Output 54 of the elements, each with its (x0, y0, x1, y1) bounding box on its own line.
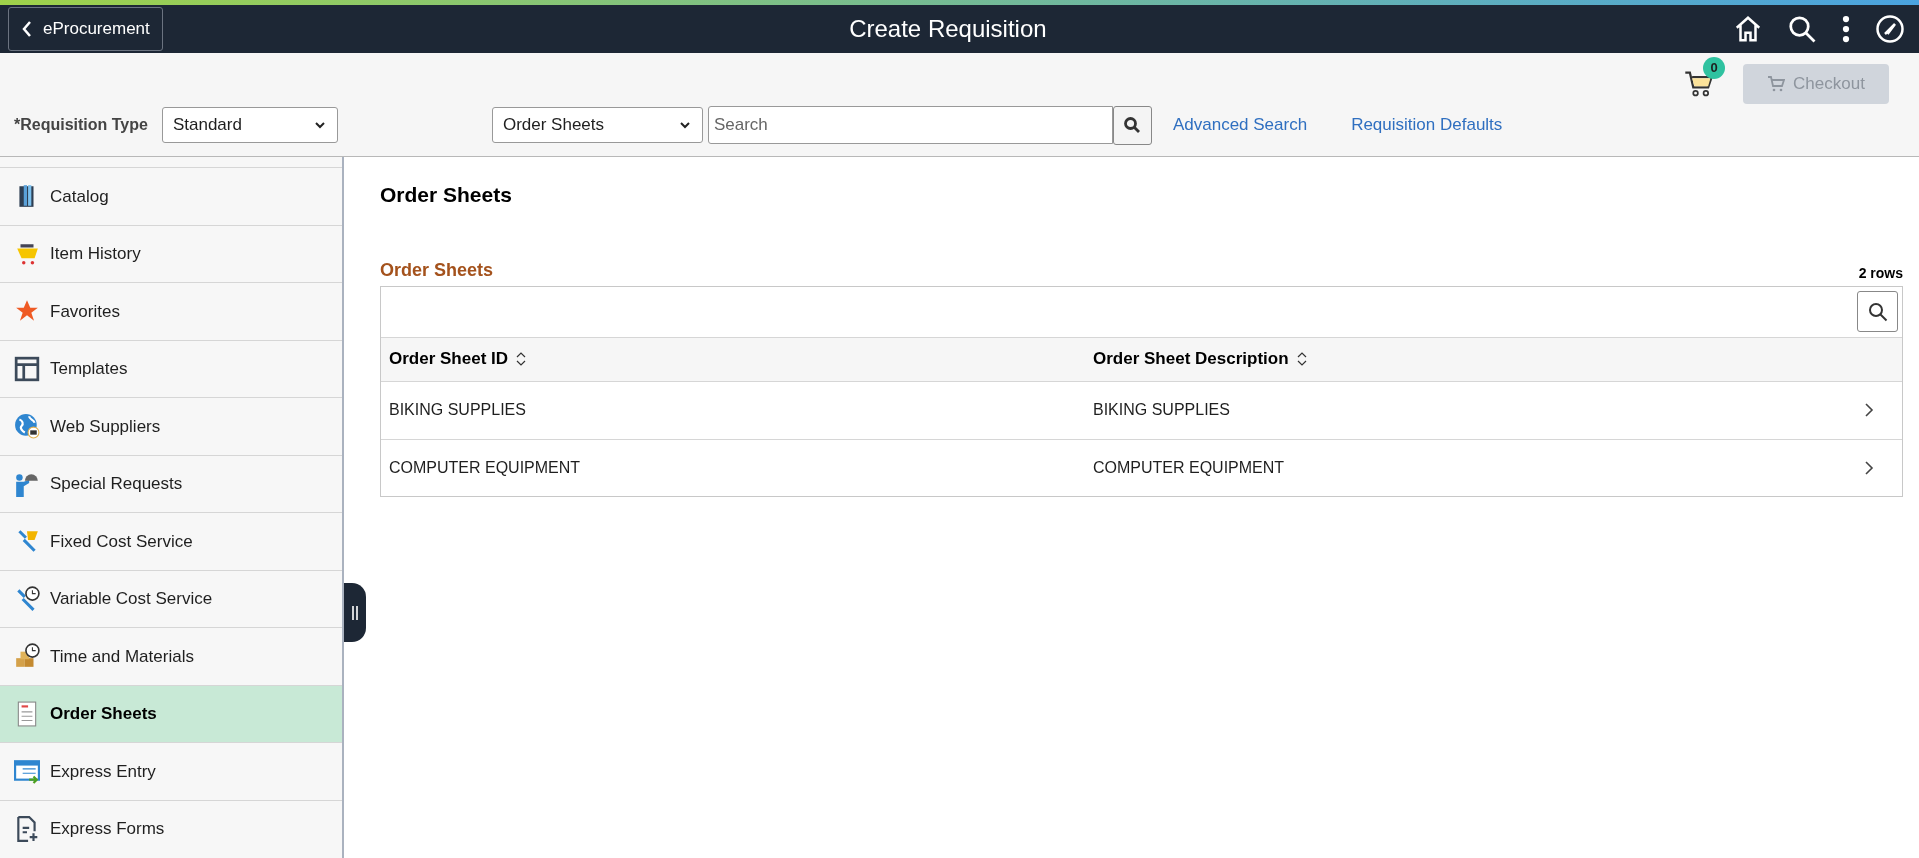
chevron-left-icon (21, 20, 33, 38)
table-cell-text: BIKING SUPPLIES (1093, 400, 1231, 420)
requisition-type-select[interactable]: Standard (161, 107, 338, 143)
search-icon (1867, 301, 1888, 322)
list-arrow-icon (14, 758, 40, 785)
table-cell-text: COMPUTER EQUIPMENT (1093, 457, 1286, 478)
column-header[interactable]: Order Sheet ID (389, 346, 1093, 372)
table-cell-text: COMPUTER EQUIPMENT (389, 457, 582, 478)
search-button[interactable] (1112, 105, 1152, 145)
sidebar-item[interactable]: Special Requests (0, 454, 342, 512)
sidebar-item[interactable]: Favorites (0, 282, 342, 340)
grid-row[interactable]: BIKING SUPPLIES BIKING SUPPLIES (381, 381, 1902, 439)
sort-icon (1296, 352, 1307, 366)
more-options-icon[interactable] (1841, 14, 1851, 44)
sidebar-item[interactable]: Fixed Cost Service (0, 512, 342, 570)
pause-bars-icon (351, 604, 359, 621)
chevron-right-icon (1864, 402, 1874, 418)
requisition-type-label: *Requisition Type (14, 115, 148, 135)
globe-icon (14, 413, 40, 440)
collapse-handle[interactable] (344, 583, 366, 642)
cart-icon (1767, 76, 1786, 92)
compass-icon[interactable] (1875, 14, 1905, 44)
toolbar-link[interactable]: Advanced Search (1172, 112, 1308, 138)
sidebar-item[interactable]: Web Suppliers (0, 397, 342, 455)
sidebar-item[interactable]: Time and Materials (0, 627, 342, 685)
sidebar-item[interactable]: Templates (0, 339, 342, 397)
sidebar-item[interactable]: Variable Cost Service (0, 569, 342, 627)
sort-icon (516, 352, 527, 366)
toolbar-link[interactable]: Requisition Defaults (1351, 112, 1503, 138)
search-icon[interactable] (1787, 14, 1817, 44)
home-icon[interactable] (1733, 14, 1763, 44)
table-cell-text: BIKING SUPPLIES (389, 400, 527, 420)
page-header-title: Create Requisition (849, 14, 1047, 44)
sidebar-item[interactable]: Item History (0, 224, 342, 282)
grid-row[interactable]: COMPUTER EQUIPMENT COMPUTER EQUIPMENT (381, 438, 1902, 496)
back-button[interactable]: eProcurement (8, 7, 163, 51)
row-count: 2 rows (1858, 263, 1903, 283)
sidebar-item[interactable]: Express Entry (0, 742, 342, 800)
grid-search-button[interactable] (1857, 291, 1898, 332)
column-header[interactable]: Order Sheet Description (1093, 346, 1894, 372)
layout-icon (14, 355, 40, 382)
boxes-clock-icon (14, 643, 40, 670)
cart-count-badge: 0 (1703, 57, 1725, 79)
wrench-clock-icon (14, 585, 40, 612)
grid-title: Order Sheets (380, 258, 494, 282)
sidebar-item[interactable]: Order Sheets (0, 684, 342, 742)
search-field[interactable]: Search (707, 106, 1113, 144)
sidebar-item[interactable]: Express Forms (0, 799, 342, 857)
search-scope-select[interactable]: Order Sheets (491, 107, 703, 143)
page-title: Order Sheets (380, 182, 513, 208)
document-plus-icon (14, 815, 40, 842)
search-icon (1123, 116, 1142, 134)
sidebar-item[interactable]: Catalog (0, 167, 342, 225)
chevron-right-icon (1864, 459, 1874, 476)
